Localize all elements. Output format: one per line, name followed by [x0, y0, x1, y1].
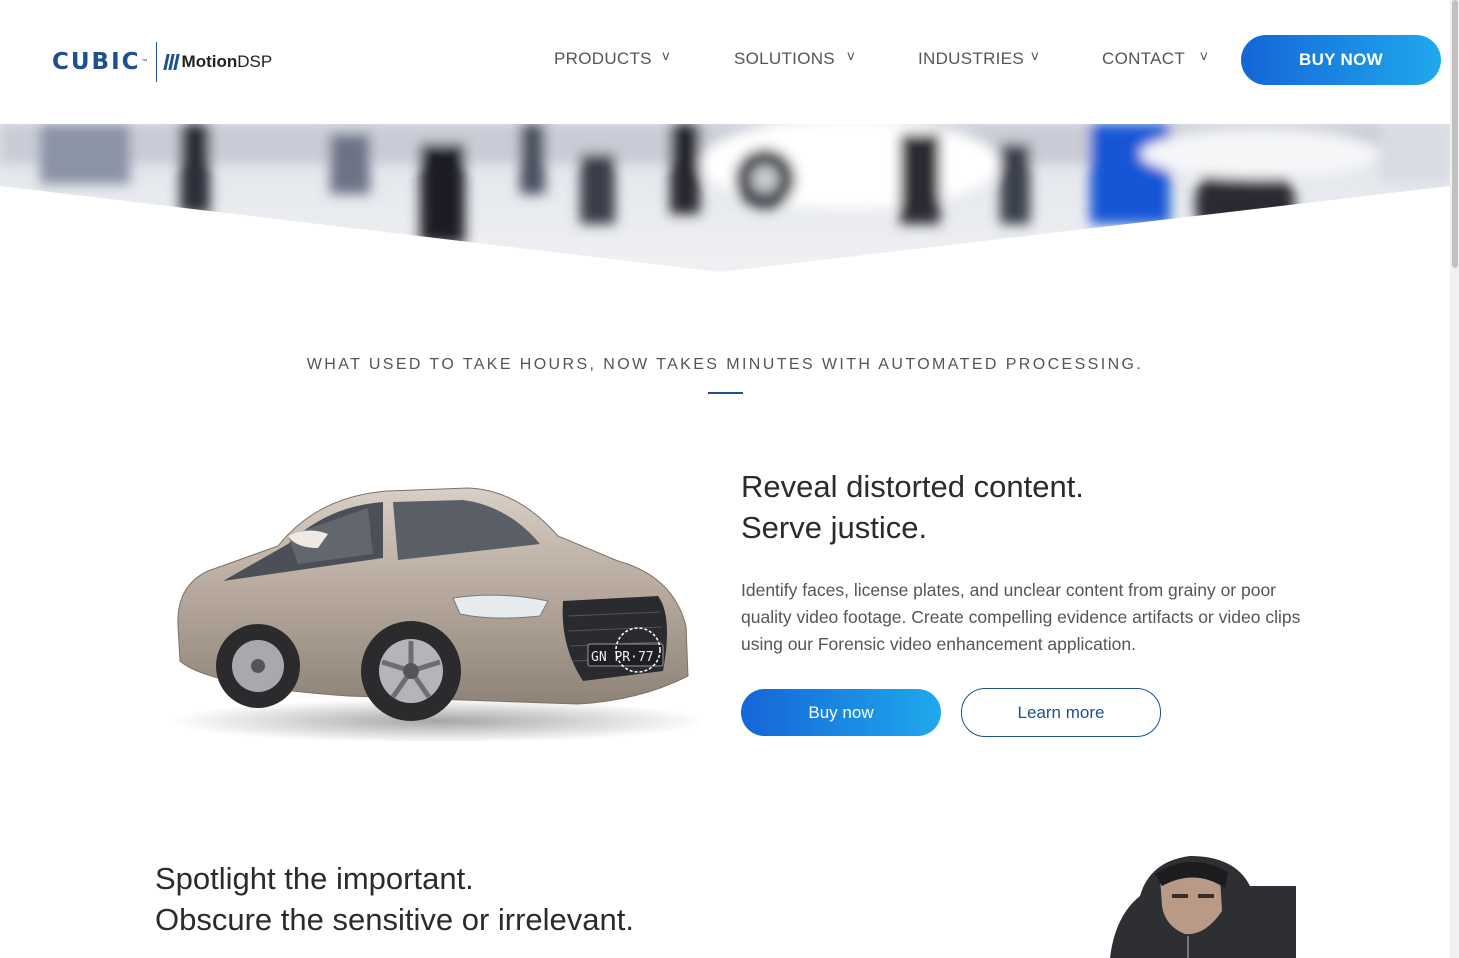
nav-item-solutions[interactable]: SOLUTIONS	[734, 49, 835, 69]
scrollbar-thumb[interactable]	[1452, 0, 1458, 268]
motiondsp-logo-icon	[162, 54, 180, 70]
feature1-title-line2: Serve justice.	[741, 510, 928, 545]
site-header: CUBIC ™ MotionDSP PRODUCTS v SOLUTIONS v…	[0, 0, 1459, 124]
feature1-description: Identify faces, license plates, and uncl…	[741, 580, 1301, 654]
logo-motiondsp-text: MotionDSP	[182, 52, 273, 72]
brand-logo[interactable]: CUBIC ™ MotionDSP	[52, 40, 272, 84]
logo-trademark: ™	[141, 59, 148, 65]
hooded-person-image	[1110, 856, 1296, 958]
logo-dsp: DSP	[237, 52, 273, 71]
logo-motion: Motion	[181, 52, 238, 71]
buy-now-feature-button[interactable]: Buy now	[741, 689, 941, 736]
logo-divider	[155, 42, 157, 82]
chevron-down-icon[interactable]: v	[847, 49, 855, 64]
learn-more-button[interactable]: Learn more	[961, 688, 1161, 737]
feature1-title-line1: Reveal distorted content.	[741, 469, 1084, 504]
nav-label: INDUSTRIES	[918, 49, 1024, 68]
chevron-down-icon[interactable]: v	[1031, 49, 1039, 64]
feature2-title-line2: Obscure the sensitive or irrelevant.	[155, 902, 634, 937]
nav-label: SOLUTIONS	[734, 49, 835, 68]
feature2-title-line1: Spotlight the important.	[155, 861, 474, 896]
hero-banner-image	[0, 124, 1450, 274]
sedan-car-image: GN PR·77	[168, 476, 708, 743]
tagline-divider	[708, 392, 743, 394]
nav-item-products[interactable]: PRODUCTS	[554, 49, 652, 69]
nav-item-contact[interactable]: CONTACT	[1102, 49, 1185, 69]
nav-item-industries[interactable]: INDUSTRIES	[918, 49, 1024, 69]
nav-label: CONTACT	[1102, 49, 1185, 68]
license-plate-text: GN PR·77	[591, 650, 654, 665]
feature2-title: Spotlight the important. Obscure the sen…	[155, 858, 634, 940]
feature1-title: Reveal distorted content. Serve justice.	[741, 466, 1084, 548]
chevron-down-icon[interactable]: v	[1200, 49, 1208, 64]
nav-label: PRODUCTS	[554, 49, 652, 68]
section-tagline: WHAT USED TO TAKE HOURS, NOW TAKES MINUT…	[306, 356, 1144, 373]
logo-cubic-text: CUBIC	[52, 49, 141, 75]
buy-now-button[interactable]: BUY NOW	[1241, 35, 1441, 85]
chevron-down-icon[interactable]: v	[662, 49, 670, 64]
